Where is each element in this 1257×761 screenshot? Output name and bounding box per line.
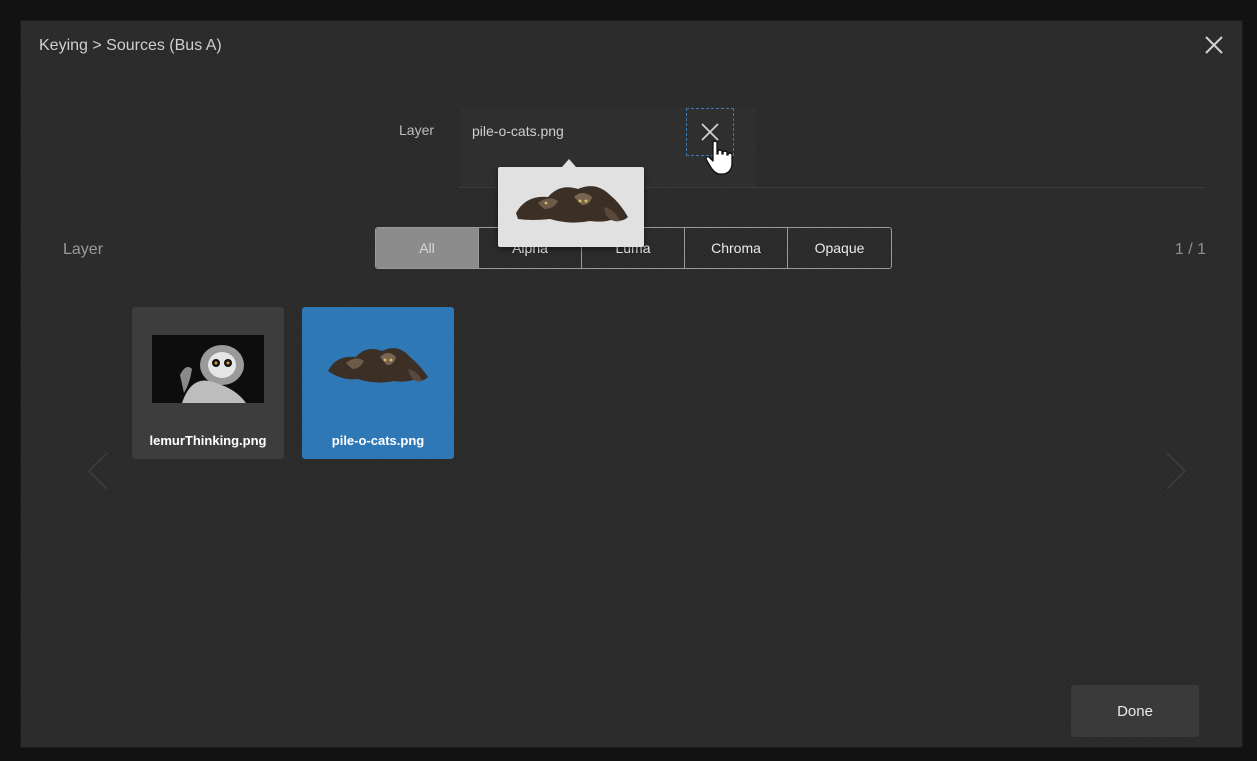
filter-chroma-button[interactable]: Chroma: [685, 228, 788, 268]
lemur-thumbnail-image: [152, 335, 264, 403]
source-tile-cats[interactable]: pile-o-cats.png: [302, 307, 454, 459]
hand-pointer-cursor-icon: [705, 140, 733, 175]
browser-section-label: Layer: [63, 241, 104, 258]
source-tile-lemur[interactable]: lemurThinking.png: [132, 307, 284, 459]
next-page-button[interactable]: [1161, 449, 1191, 493]
dialog-title: Keying > Sources (Bus A): [39, 37, 222, 54]
layer-field-label: Layer: [399, 122, 435, 138]
tile-label: lemurThinking.png: [149, 433, 267, 448]
filter-all-button[interactable]: All: [376, 228, 479, 268]
filter-opaque-button[interactable]: Opaque: [788, 228, 891, 268]
page-indicator: 1 / 1: [1174, 241, 1206, 258]
previous-page-button[interactable]: [83, 449, 113, 493]
keying-sources-dialog: Keying > Sources (Bus A) Layer pile-o-ca…: [20, 20, 1243, 748]
done-button[interactable]: Done: [1071, 685, 1199, 737]
tile-label: pile-o-cats.png: [331, 433, 425, 448]
cats-thumbnail-image: [328, 348, 428, 383]
cats-preview-image: [516, 186, 628, 223]
chevron-left-icon: [87, 452, 108, 490]
chevron-right-icon: [1166, 452, 1187, 490]
layer-selected-value: pile-o-cats.png: [472, 123, 564, 139]
layer-preview-tooltip: [498, 159, 644, 247]
close-dialog-button[interactable]: [1200, 31, 1228, 59]
close-icon: [1205, 36, 1223, 54]
